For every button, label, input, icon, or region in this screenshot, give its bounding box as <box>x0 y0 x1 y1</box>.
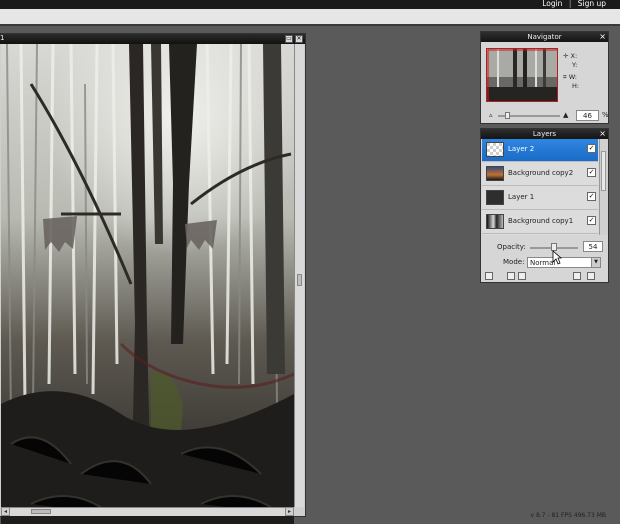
auth-links: Login | Sign up <box>538 0 606 8</box>
layer-styles-icon[interactable] <box>485 272 493 280</box>
x-label: X: <box>570 52 578 60</box>
layers-titlebar[interactable]: Layers × <box>481 129 608 139</box>
opacity-label: Opacity: <box>497 243 526 251</box>
crosshair-icon: ✛ <box>563 52 569 60</box>
layers-scrollbar[interactable] <box>599 139 608 235</box>
mouse-cursor-icon <box>552 250 562 265</box>
auth-separator: | <box>568 0 572 8</box>
navigator-preview[interactable] <box>486 48 558 102</box>
horizontal-scroll-thumb[interactable] <box>31 509 51 514</box>
signup-link[interactable]: Sign up <box>578 0 606 8</box>
visibility-checkbox[interactable]: ✓ <box>587 144 596 153</box>
layers-scroll-thumb[interactable] <box>601 151 606 191</box>
navigator-titlebar[interactable]: Navigator × <box>481 32 608 42</box>
opacity-input[interactable]: 54 <box>583 241 603 252</box>
close-icon[interactable]: × <box>599 129 606 138</box>
visibility-checkbox[interactable]: ✓ <box>587 216 596 225</box>
zoom-input[interactable]: 46 <box>576 110 599 121</box>
zoom-out-icon[interactable]: ▵ <box>489 111 493 119</box>
layer-name: Background copy1 <box>508 217 574 225</box>
layer-item-layer-1[interactable]: Layer 1 ✓ <box>482 187 598 210</box>
layer-toolbar <box>481 271 608 282</box>
zoom-control: ▵ ▲ 46 % <box>486 110 609 121</box>
opacity-control: Opacity: 54 <box>497 241 605 253</box>
vertical-scroll-thumb[interactable] <box>297 274 302 286</box>
layer-item-background-copy2[interactable]: Background copy2 ✓ <box>482 163 598 186</box>
image-canvas[interactable] <box>1 44 294 524</box>
add-mask-icon[interactable] <box>507 272 515 280</box>
layer-name: Layer 2 <box>508 145 535 153</box>
top-bar: Login | Sign up <box>0 0 620 9</box>
y-label: Y: <box>572 61 578 69</box>
layer-item-background-copy1[interactable]: Background copy1 ✓ <box>482 211 598 234</box>
navigator-title: Navigator <box>527 33 562 41</box>
zoom-slider-knob[interactable] <box>505 112 510 119</box>
navigator-info: ✛ X: Y: ⌗ W: H: <box>563 52 579 91</box>
layer-thumbnail <box>486 142 504 157</box>
maximize-icon[interactable]: ▭ <box>285 35 293 43</box>
layer-name: Layer 1 <box>508 193 535 201</box>
trash-icon[interactable] <box>587 272 595 280</box>
close-icon[interactable]: × <box>599 32 606 41</box>
new-layer-icon[interactable] <box>573 272 581 280</box>
visibility-checkbox[interactable]: ✓ <box>587 168 596 177</box>
new-folder-icon[interactable] <box>518 272 526 280</box>
layer-thumbnail <box>486 214 504 229</box>
layer-list: Layer 2 ✓ Background copy2 ✓ Layer 1 ✓ B… <box>482 139 598 235</box>
zoom-unit: % <box>602 111 609 119</box>
chevron-down-icon[interactable]: ▼ <box>591 258 600 267</box>
navigator-panel: Navigator × ✛ X: Y: ⌗ W: H: ▵ ▲ 46 % <box>480 31 609 124</box>
layers-panel: Layers × Layer 2 ✓ Background copy2 ✓ La… <box>480 128 609 283</box>
zoom-in-icon[interactable]: ▲ <box>563 111 568 119</box>
layer-thumbnail <box>486 190 504 205</box>
forest-photo <box>1 44 294 524</box>
scroll-right-icon[interactable]: ▸ <box>285 507 294 516</box>
blend-mode-select[interactable]: Normal ▼ <box>527 257 601 268</box>
layers-title: Layers <box>532 130 557 138</box>
document-titlebar[interactable]: 1 ▭ ✕ <box>0 34 305 44</box>
menu-bar <box>0 9 620 26</box>
w-label: W: <box>568 73 577 81</box>
horizontal-scrollbar[interactable]: ◂ ▸ <box>1 507 294 516</box>
visibility-checkbox[interactable]: ✓ <box>587 192 596 201</box>
status-bar: v 8.7 - 81 FPS 496.73 MB <box>530 512 606 519</box>
vertical-scrollbar[interactable] <box>294 44 304 507</box>
layer-item-layer-2[interactable]: Layer 2 ✓ <box>482 139 598 162</box>
document-title: 1 <box>0 34 5 42</box>
close-icon[interactable]: ✕ <box>295 35 303 43</box>
document-window: 1 ▭ ✕ ◂ ▸ <box>0 33 306 524</box>
layer-name: Background copy2 <box>508 169 574 177</box>
scroll-left-icon[interactable]: ◂ <box>1 507 10 516</box>
layer-thumbnail <box>486 166 504 181</box>
h-label: H: <box>572 82 580 90</box>
login-link[interactable]: Login <box>542 0 562 8</box>
size-icon: ⌗ <box>563 73 567 81</box>
navigator-thumbnail <box>487 49 557 101</box>
mode-label: Mode: <box>503 258 525 266</box>
